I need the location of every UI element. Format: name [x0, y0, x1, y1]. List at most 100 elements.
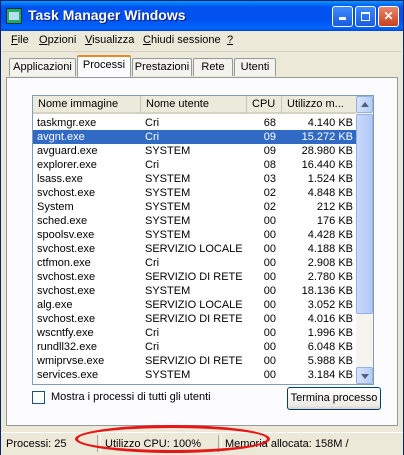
column-header-user-name[interactable]: Nome utente: [141, 96, 247, 114]
process-mem-cell: 176 KB: [316, 215, 353, 227]
tab-utenti[interactable]: Utenti: [234, 58, 276, 76]
column-header-cpu[interactable]: CPU: [247, 96, 282, 114]
status-processes: Processi: 25: [6, 438, 67, 450]
process-mem-cell: 2.780 KB: [307, 271, 353, 283]
process-row[interactable]: alg.exe SERVIZIO LOCALE 00 3.052 KB: [33, 298, 357, 312]
process-row[interactable]: wscntfy.exe Cri 00 1.996 KB: [33, 326, 357, 340]
maximize-button[interactable]: [355, 6, 376, 27]
process-mem-cell: 1.996 KB: [307, 327, 353, 339]
tab-processi[interactable]: Processi: [77, 55, 131, 77]
status-separator: [218, 435, 222, 452]
process-row[interactable]: services.exe SYSTEM 00 3.184 KB: [33, 368, 357, 382]
process-row[interactable]: svchost.exe SERVIZIO LOCALE 00 4.188 KB: [33, 242, 357, 256]
process-mem-cell: 4.188 KB: [307, 243, 353, 255]
process-mem-cell: 1.524 KB: [307, 173, 353, 185]
up-arrow-icon: [361, 102, 369, 107]
menu-help[interactable]: ?: [227, 34, 233, 46]
process-row[interactable]: System SYSTEM 02 212 KB: [33, 200, 357, 214]
process-row[interactable]: wmiprvse.exe SERVIZIO DI RETE 00 5.988 KB: [33, 354, 357, 368]
process-cpu-cell: 00: [263, 243, 276, 255]
process-name-cell: taskmgr.exe: [37, 117, 97, 129]
close-icon: ✕: [383, 9, 394, 23]
tab-applicazioni[interactable]: Applicazioni: [9, 58, 76, 76]
process-row[interactable]: avgnt.exe Cri 09 15.272 KB: [33, 130, 357, 144]
show-all-processes-label[interactable]: Mostra i processi di tutti gli utenti: [51, 391, 211, 403]
process-cpu-cell: 00: [263, 313, 276, 325]
menu-visualizza[interactable]: Visualizza: [85, 34, 134, 46]
process-row[interactable]: taskmgr.exe Cri 68 4.140 KB: [33, 116, 357, 130]
process-user-cell: Cri: [145, 327, 160, 339]
end-process-button[interactable]: Termina processo: [287, 387, 381, 410]
scroll-down-button[interactable]: [356, 367, 373, 384]
process-row[interactable]: lsass.exe SYSTEM 03 1.524 KB: [33, 172, 357, 186]
scroll-thumb[interactable]: [356, 114, 373, 314]
scroll-up-button[interactable]: [356, 96, 373, 113]
column-header-image-name[interactable]: Nome immagine: [33, 96, 141, 114]
tab-strip: Applicazioni Processi Prestazioni Rete U…: [1, 53, 404, 77]
process-name-cell: ctfmon.exe: [37, 257, 91, 269]
process-name-cell: avgnt.exe: [37, 131, 85, 143]
column-header-memory[interactable]: Utilizzo m...: [282, 96, 357, 114]
process-cpu-cell: 00: [263, 215, 276, 227]
process-name-cell: svchost.exe: [37, 313, 96, 325]
process-name-cell: services.exe: [37, 369, 99, 381]
close-button[interactable]: ✕: [378, 6, 399, 27]
down-arrow-icon: [361, 374, 369, 379]
process-row[interactable]: rundll32.exe Cri 00 6.048 KB: [33, 340, 357, 354]
process-user-cell: SYSTEM: [145, 145, 191, 157]
process-row[interactable]: avguard.exe SYSTEM 09 28.980 KB: [33, 144, 357, 158]
status-cpu-usage: Utilizzo CPU: 100%: [105, 438, 201, 450]
process-name-cell: sched.exe: [37, 215, 88, 227]
process-mem-cell: 16.440 KB: [301, 159, 353, 171]
tab-prestazioni[interactable]: Prestazioni: [132, 58, 192, 76]
process-cpu-cell: 00: [263, 285, 276, 297]
process-cpu-cell: 03: [263, 173, 276, 185]
process-cpu-cell: 08: [263, 159, 276, 171]
process-name-cell: alg.exe: [37, 299, 73, 311]
process-mem-cell: 4.140 KB: [307, 117, 353, 129]
process-name-cell: wmiprvse.exe: [37, 355, 105, 367]
process-row[interactable]: svchost.exe SERVIZIO DI RETE 00 2.780 KB: [33, 270, 357, 284]
menu-file[interactable]: File: [11, 34, 29, 46]
process-row[interactable]: ctfmon.exe Cri 00 2.908 KB: [33, 256, 357, 270]
show-all-processes-checkbox[interactable]: [32, 391, 45, 404]
menu-opzioni[interactable]: Opzioni: [39, 34, 76, 46]
menu-chiudi-sessione[interactable]: Chiudi sessione: [143, 34, 221, 46]
process-name-cell: System: [37, 201, 74, 213]
tab-rete[interactable]: Rete: [193, 58, 233, 76]
resize-grip-icon[interactable]: [391, 439, 401, 451]
process-cpu-cell: 02: [263, 187, 276, 199]
process-row[interactable]: spoolsv.exe SYSTEM 00 4.428 KB: [33, 228, 357, 242]
process-user-cell: SYSTEM: [145, 215, 191, 227]
process-user-cell: SYSTEM: [145, 173, 191, 185]
status-separator: [97, 435, 101, 452]
process-cpu-cell: 00: [263, 369, 276, 381]
status-memory: Memoria allocata: 158M /: [225, 438, 349, 450]
process-name-cell: avguard.exe: [37, 145, 98, 157]
process-row[interactable]: sched.exe SYSTEM 00 176 KB: [33, 214, 357, 228]
process-cpu-cell: 02: [263, 201, 276, 213]
process-row[interactable]: explorer.exe Cri 08 16.440 KB: [33, 158, 357, 172]
process-user-cell: SYSTEM: [145, 187, 191, 199]
process-mem-cell: 3.184 KB: [307, 369, 353, 381]
process-cpu-cell: 68: [263, 117, 276, 129]
process-cpu-cell: 00: [263, 355, 276, 367]
process-mem-cell: 3.052 KB: [307, 299, 353, 311]
process-cpu-cell: 00: [263, 257, 276, 269]
task-manager-icon: [6, 8, 22, 24]
minimize-button[interactable]: [332, 6, 353, 27]
task-manager-window: Task Manager Windows ✕ File Opzioni Visu…: [0, 0, 404, 455]
vertical-scrollbar[interactable]: [356, 96, 373, 384]
process-mem-cell: 15.272 KB: [301, 131, 353, 143]
process-row[interactable]: svchost.exe SERVIZIO DI RETE 00 4.016 KB: [33, 312, 357, 326]
process-row[interactable]: svchost.exe SYSTEM 02 4.848 KB: [33, 186, 357, 200]
process-list[interactable]: Nome immagine Nome utente CPU Utilizzo m…: [32, 95, 374, 385]
status-bar: Processi: 25 Utilizzo CPU: 100% Memoria …: [1, 432, 403, 455]
process-name-cell: svchost.exe: [37, 243, 96, 255]
process-user-cell: SYSTEM: [145, 285, 191, 297]
process-row[interactable]: svchost.exe SYSTEM 00 18.136 KB: [33, 284, 357, 298]
process-user-cell: SERVIZIO DI RETE: [145, 271, 243, 283]
process-cpu-cell: 09: [263, 145, 276, 157]
title-bar[interactable]: Task Manager Windows ✕: [1, 1, 403, 31]
process-mem-cell: 18.136 KB: [301, 285, 353, 297]
